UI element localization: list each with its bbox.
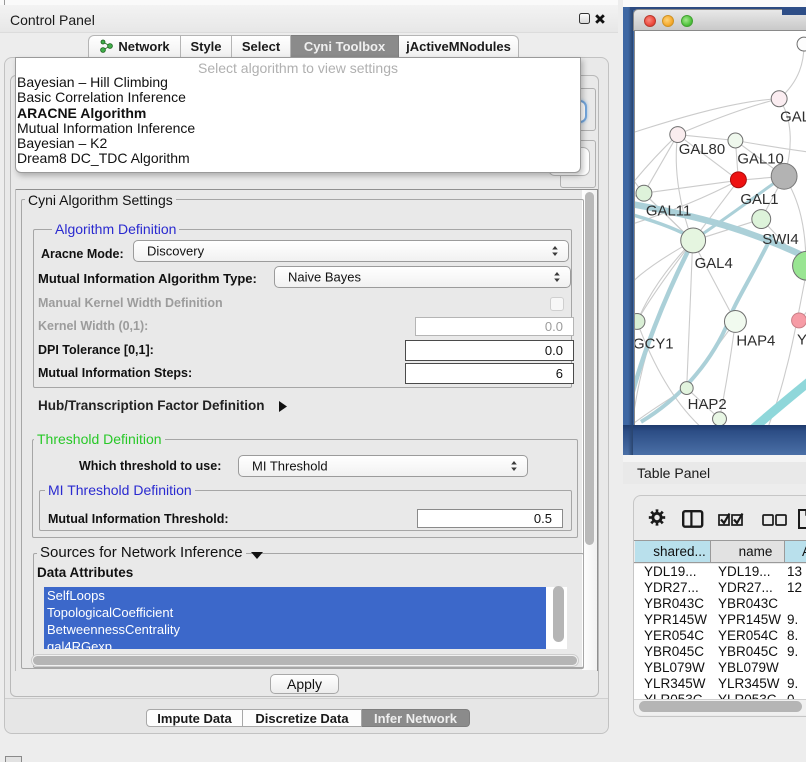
svg-text:GAL80: GAL80 <box>679 142 725 158</box>
svg-text:GAL11: GAL11 <box>646 204 691 220</box>
svg-text:GAL4: GAL4 <box>695 256 733 272</box>
svg-text:HAP2: HAP2 <box>688 397 727 413</box>
svg-text:GAL10: GAL10 <box>737 151 783 167</box>
svg-text:GAL2: GAL2 <box>780 110 806 126</box>
svg-text:GCY1: GCY1 <box>634 336 674 352</box>
svg-text:GAL1: GAL1 <box>740 192 778 208</box>
svg-text:Y: Y <box>797 332 806 348</box>
svg-text:SWI4: SWI4 <box>762 232 798 248</box>
svg-text:HAP4: HAP4 <box>736 333 775 349</box>
